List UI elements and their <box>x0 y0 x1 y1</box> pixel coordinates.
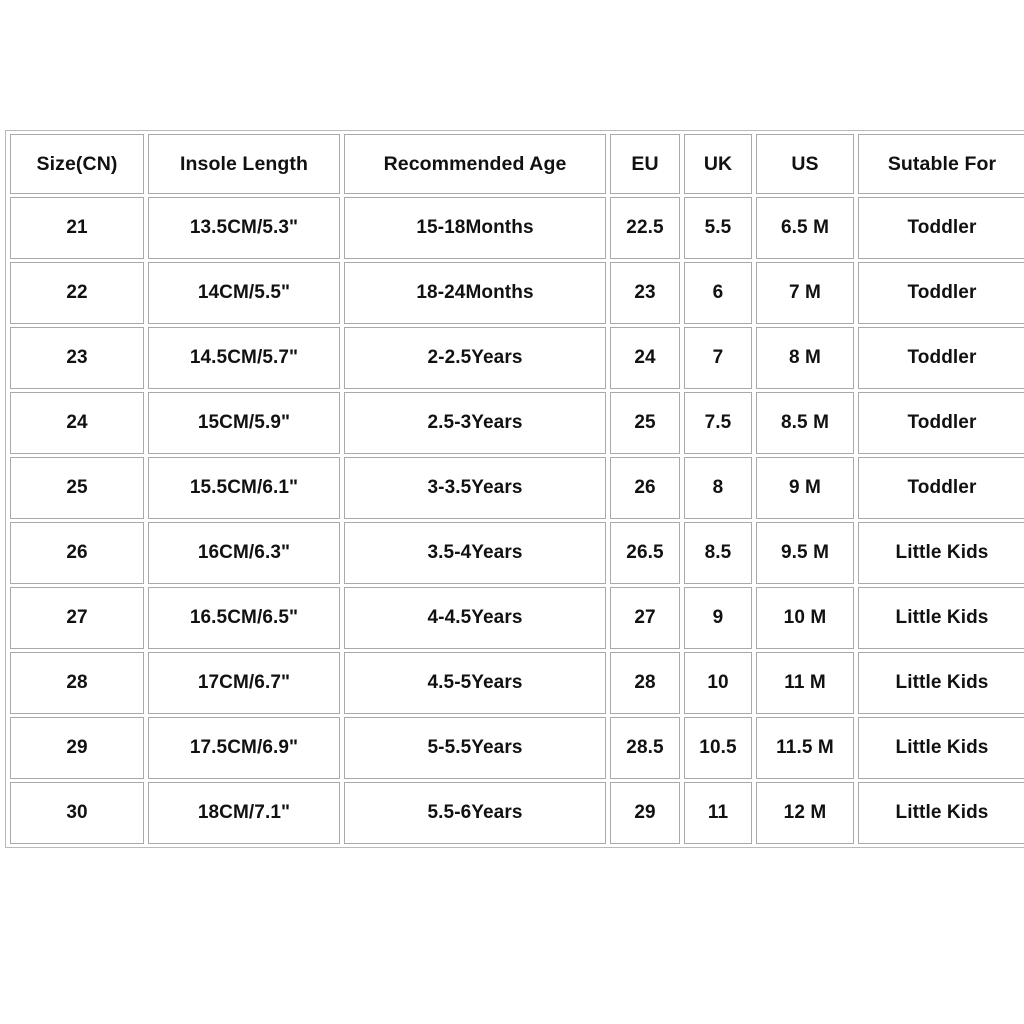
cell-uk: 8 <box>684 457 752 519</box>
cell-us: 8.5 M <box>756 392 854 454</box>
cell-size-cn: 21 <box>10 197 144 259</box>
cell-recommended-age: 2.5-3Years <box>344 392 606 454</box>
cell-insole-length: 14CM/5.5" <box>148 262 340 324</box>
size-chart-page: Size(CN) Insole Length Recommended Age E… <box>0 0 1024 1024</box>
cell-us: 12 M <box>756 782 854 844</box>
cell-us: 7 M <box>756 262 854 324</box>
cell-uk: 8.5 <box>684 522 752 584</box>
cell-us: 9 M <box>756 457 854 519</box>
cell-eu: 24 <box>610 327 680 389</box>
cell-eu: 28.5 <box>610 717 680 779</box>
cell-eu: 29 <box>610 782 680 844</box>
table-row: 30 18CM/7.1" 5.5-6Years 29 11 12 M Littl… <box>10 782 1024 844</box>
table-row: 22 14CM/5.5" 18-24Months 23 6 7 M Toddle… <box>10 262 1024 324</box>
table-row: 21 13.5CM/5.3" 15-18Months 22.5 5.5 6.5 … <box>10 197 1024 259</box>
cell-size-cn: 23 <box>10 327 144 389</box>
cell-size-cn: 24 <box>10 392 144 454</box>
cell-sutable-for: Toddler <box>858 197 1024 259</box>
cell-eu: 25 <box>610 392 680 454</box>
table-row: 25 15.5CM/6.1" 3-3.5Years 26 8 9 M Toddl… <box>10 457 1024 519</box>
cell-recommended-age: 18-24Months <box>344 262 606 324</box>
column-header-size-cn: Size(CN) <box>10 134 144 194</box>
size-chart-container: Size(CN) Insole Length Recommended Age E… <box>5 130 1024 848</box>
cell-insole-length: 17CM/6.7" <box>148 652 340 714</box>
cell-size-cn: 27 <box>10 587 144 649</box>
cell-recommended-age: 4.5-5Years <box>344 652 606 714</box>
table-header-row: Size(CN) Insole Length Recommended Age E… <box>10 134 1024 194</box>
cell-uk: 9 <box>684 587 752 649</box>
cell-sutable-for: Toddler <box>858 392 1024 454</box>
table-row: 23 14.5CM/5.7" 2-2.5Years 24 7 8 M Toddl… <box>10 327 1024 389</box>
column-header-eu: EU <box>610 134 680 194</box>
cell-size-cn: 29 <box>10 717 144 779</box>
column-header-recommended-age: Recommended Age <box>344 134 606 194</box>
cell-sutable-for: Toddler <box>858 457 1024 519</box>
cell-insole-length: 14.5CM/5.7" <box>148 327 340 389</box>
table-row: 26 16CM/6.3" 3.5-4Years 26.5 8.5 9.5 M L… <box>10 522 1024 584</box>
cell-us: 9.5 M <box>756 522 854 584</box>
cell-uk: 7 <box>684 327 752 389</box>
cell-uk: 5.5 <box>684 197 752 259</box>
cell-sutable-for: Toddler <box>858 327 1024 389</box>
cell-insole-length: 18CM/7.1" <box>148 782 340 844</box>
cell-eu: 28 <box>610 652 680 714</box>
cell-size-cn: 26 <box>10 522 144 584</box>
cell-eu: 23 <box>610 262 680 324</box>
cell-us: 6.5 M <box>756 197 854 259</box>
size-chart-body: 21 13.5CM/5.3" 15-18Months 22.5 5.5 6.5 … <box>10 197 1024 844</box>
column-header-sutable-for: Sutable For <box>858 134 1024 194</box>
cell-eu: 26.5 <box>610 522 680 584</box>
cell-sutable-for: Little Kids <box>858 652 1024 714</box>
cell-size-cn: 30 <box>10 782 144 844</box>
cell-eu: 22.5 <box>610 197 680 259</box>
cell-insole-length: 15CM/5.9" <box>148 392 340 454</box>
cell-sutable-for: Toddler <box>858 262 1024 324</box>
cell-uk: 10.5 <box>684 717 752 779</box>
cell-insole-length: 13.5CM/5.3" <box>148 197 340 259</box>
cell-recommended-age: 2-2.5Years <box>344 327 606 389</box>
cell-insole-length: 16CM/6.3" <box>148 522 340 584</box>
cell-size-cn: 22 <box>10 262 144 324</box>
cell-recommended-age: 3-3.5Years <box>344 457 606 519</box>
cell-sutable-for: Little Kids <box>858 782 1024 844</box>
cell-uk: 7.5 <box>684 392 752 454</box>
cell-recommended-age: 15-18Months <box>344 197 606 259</box>
cell-us: 11 M <box>756 652 854 714</box>
table-row: 29 17.5CM/6.9" 5-5.5Years 28.5 10.5 11.5… <box>10 717 1024 779</box>
cell-uk: 10 <box>684 652 752 714</box>
cell-eu: 26 <box>610 457 680 519</box>
column-header-uk: UK <box>684 134 752 194</box>
cell-insole-length: 15.5CM/6.1" <box>148 457 340 519</box>
cell-sutable-for: Little Kids <box>858 717 1024 779</box>
table-row: 27 16.5CM/6.5" 4-4.5Years 27 9 10 M Litt… <box>10 587 1024 649</box>
cell-recommended-age: 5-5.5Years <box>344 717 606 779</box>
cell-insole-length: 16.5CM/6.5" <box>148 587 340 649</box>
table-row: 28 17CM/6.7" 4.5-5Years 28 10 11 M Littl… <box>10 652 1024 714</box>
column-header-insole-length: Insole Length <box>148 134 340 194</box>
size-chart-table: Size(CN) Insole Length Recommended Age E… <box>5 130 1024 848</box>
cell-eu: 27 <box>610 587 680 649</box>
cell-us: 10 M <box>756 587 854 649</box>
cell-sutable-for: Little Kids <box>858 522 1024 584</box>
cell-size-cn: 25 <box>10 457 144 519</box>
cell-recommended-age: 3.5-4Years <box>344 522 606 584</box>
size-chart-header: Size(CN) Insole Length Recommended Age E… <box>10 134 1024 194</box>
cell-us: 8 M <box>756 327 854 389</box>
column-header-us: US <box>756 134 854 194</box>
cell-size-cn: 28 <box>10 652 144 714</box>
cell-recommended-age: 4-4.5Years <box>344 587 606 649</box>
cell-us: 11.5 M <box>756 717 854 779</box>
table-row: 24 15CM/5.9" 2.5-3Years 25 7.5 8.5 M Tod… <box>10 392 1024 454</box>
cell-uk: 11 <box>684 782 752 844</box>
cell-sutable-for: Little Kids <box>858 587 1024 649</box>
cell-recommended-age: 5.5-6Years <box>344 782 606 844</box>
cell-uk: 6 <box>684 262 752 324</box>
cell-insole-length: 17.5CM/6.9" <box>148 717 340 779</box>
